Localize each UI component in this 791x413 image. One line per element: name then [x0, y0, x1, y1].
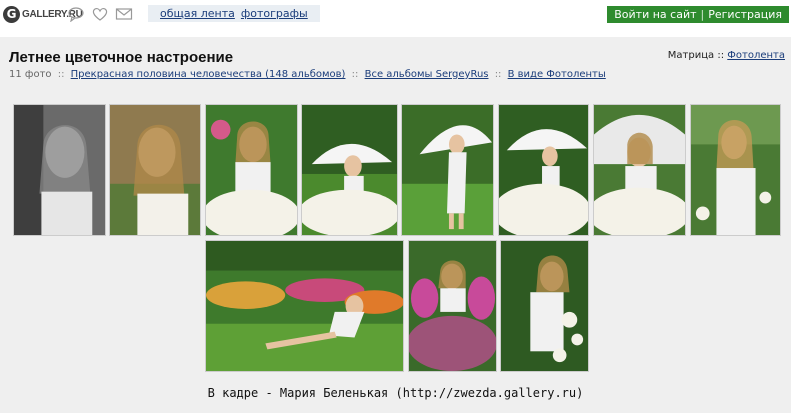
- auth-separator: |: [700, 8, 705, 21]
- top-bar: G GALLERY.RU общая лента фотографы Войти…: [0, 0, 791, 30]
- view-mode-feed-link[interactable]: Фотолента: [727, 50, 785, 61]
- nav-photographers-link[interactable]: фотографы: [241, 7, 308, 20]
- album-meta: 11 фото :: Прекрасная половина человечес…: [9, 69, 606, 80]
- photo-thumbnail[interactable]: [13, 104, 106, 236]
- photo-thumbnail[interactable]: [593, 104, 686, 236]
- photo-thumbnail[interactable]: [205, 104, 298, 236]
- nav-feed-link[interactable]: общая лента: [160, 7, 235, 20]
- meta-sep: ::: [57, 69, 65, 80]
- album-panel: Летнее цветочное настроение Матрица :: Ф…: [0, 37, 791, 413]
- auth-bar: Войти на сайт | Регистрация: [607, 6, 789, 23]
- view-mode-switch: Матрица :: Фотолента: [668, 50, 785, 61]
- view-mode-current: Матрица: [667, 50, 715, 61]
- photo-thumbnail[interactable]: [690, 104, 781, 236]
- album-title: Летнее цветочное настроение: [9, 49, 234, 66]
- view-mode-sep: ::: [717, 50, 725, 61]
- login-link[interactable]: Войти на сайт: [614, 8, 696, 21]
- album-caption: В кадре - Мария Беленькая (http://zwezda…: [207, 386, 584, 400]
- mail-icon[interactable]: [115, 6, 133, 22]
- photo-thumbnail[interactable]: [408, 240, 497, 372]
- photo-thumbnail[interactable]: [205, 240, 404, 372]
- photo-thumbnail[interactable]: [301, 104, 398, 236]
- logo-mark: G: [3, 5, 20, 23]
- photo-count: 11 фото: [9, 69, 52, 80]
- photo-thumbnail[interactable]: [498, 104, 589, 236]
- breadcrumb-parent-link[interactable]: Прекрасная половина человечества (148 ал…: [71, 69, 346, 80]
- register-link[interactable]: Регистрация: [708, 8, 782, 21]
- heart-icon[interactable]: [91, 6, 109, 22]
- breadcrumb-all-albums-link[interactable]: Все альбомы SergeyRus: [365, 69, 489, 80]
- top-icons: [67, 6, 133, 22]
- view-as-feed-link[interactable]: В виде Фотоленты: [508, 69, 606, 80]
- photo-thumbnail[interactable]: [109, 104, 201, 236]
- meta-sep: ::: [494, 69, 502, 80]
- chat-bubble-icon[interactable]: [67, 6, 85, 22]
- photo-thumbnail[interactable]: [401, 104, 494, 236]
- meta-sep: ::: [351, 69, 359, 80]
- photo-thumbnail[interactable]: [500, 240, 589, 372]
- top-nav: общая лента фотографы: [148, 5, 320, 22]
